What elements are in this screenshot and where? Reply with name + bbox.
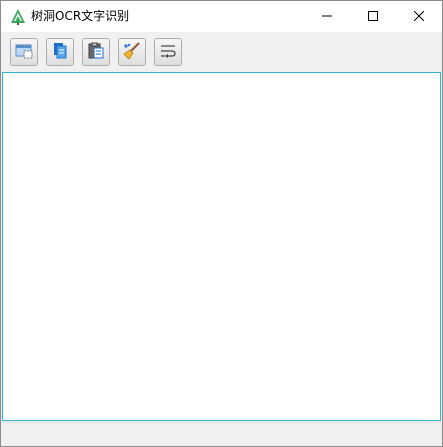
open-file-button[interactable] (46, 38, 74, 66)
screenshot-button[interactable] (10, 38, 38, 66)
broom-icon (123, 41, 141, 63)
toolbar (1, 32, 442, 71)
tree-logo-icon (10, 8, 26, 25)
close-icon (413, 10, 425, 24)
window-title: 树洞OCR文字识别 (31, 9, 130, 23)
clear-button[interactable] (118, 38, 146, 66)
status-bar (1, 422, 442, 446)
text-wrap-icon (160, 44, 176, 61)
maximize-icon (368, 10, 378, 24)
title-bar[interactable]: 树洞OCR文字识别 (1, 1, 442, 32)
clipboard-icon (88, 42, 104, 62)
file-icon (52, 42, 68, 62)
maximize-button[interactable] (350, 1, 396, 32)
minimize-button[interactable] (304, 1, 350, 32)
close-button[interactable] (396, 1, 442, 32)
text-wrap-button[interactable] (154, 38, 182, 66)
screenshot-icon (15, 43, 33, 62)
ocr-result-textarea[interactable] (2, 72, 441, 421)
paste-button[interactable] (82, 38, 110, 66)
app-window: 树洞OCR文字识别 (0, 0, 443, 447)
minimize-icon (322, 10, 332, 24)
